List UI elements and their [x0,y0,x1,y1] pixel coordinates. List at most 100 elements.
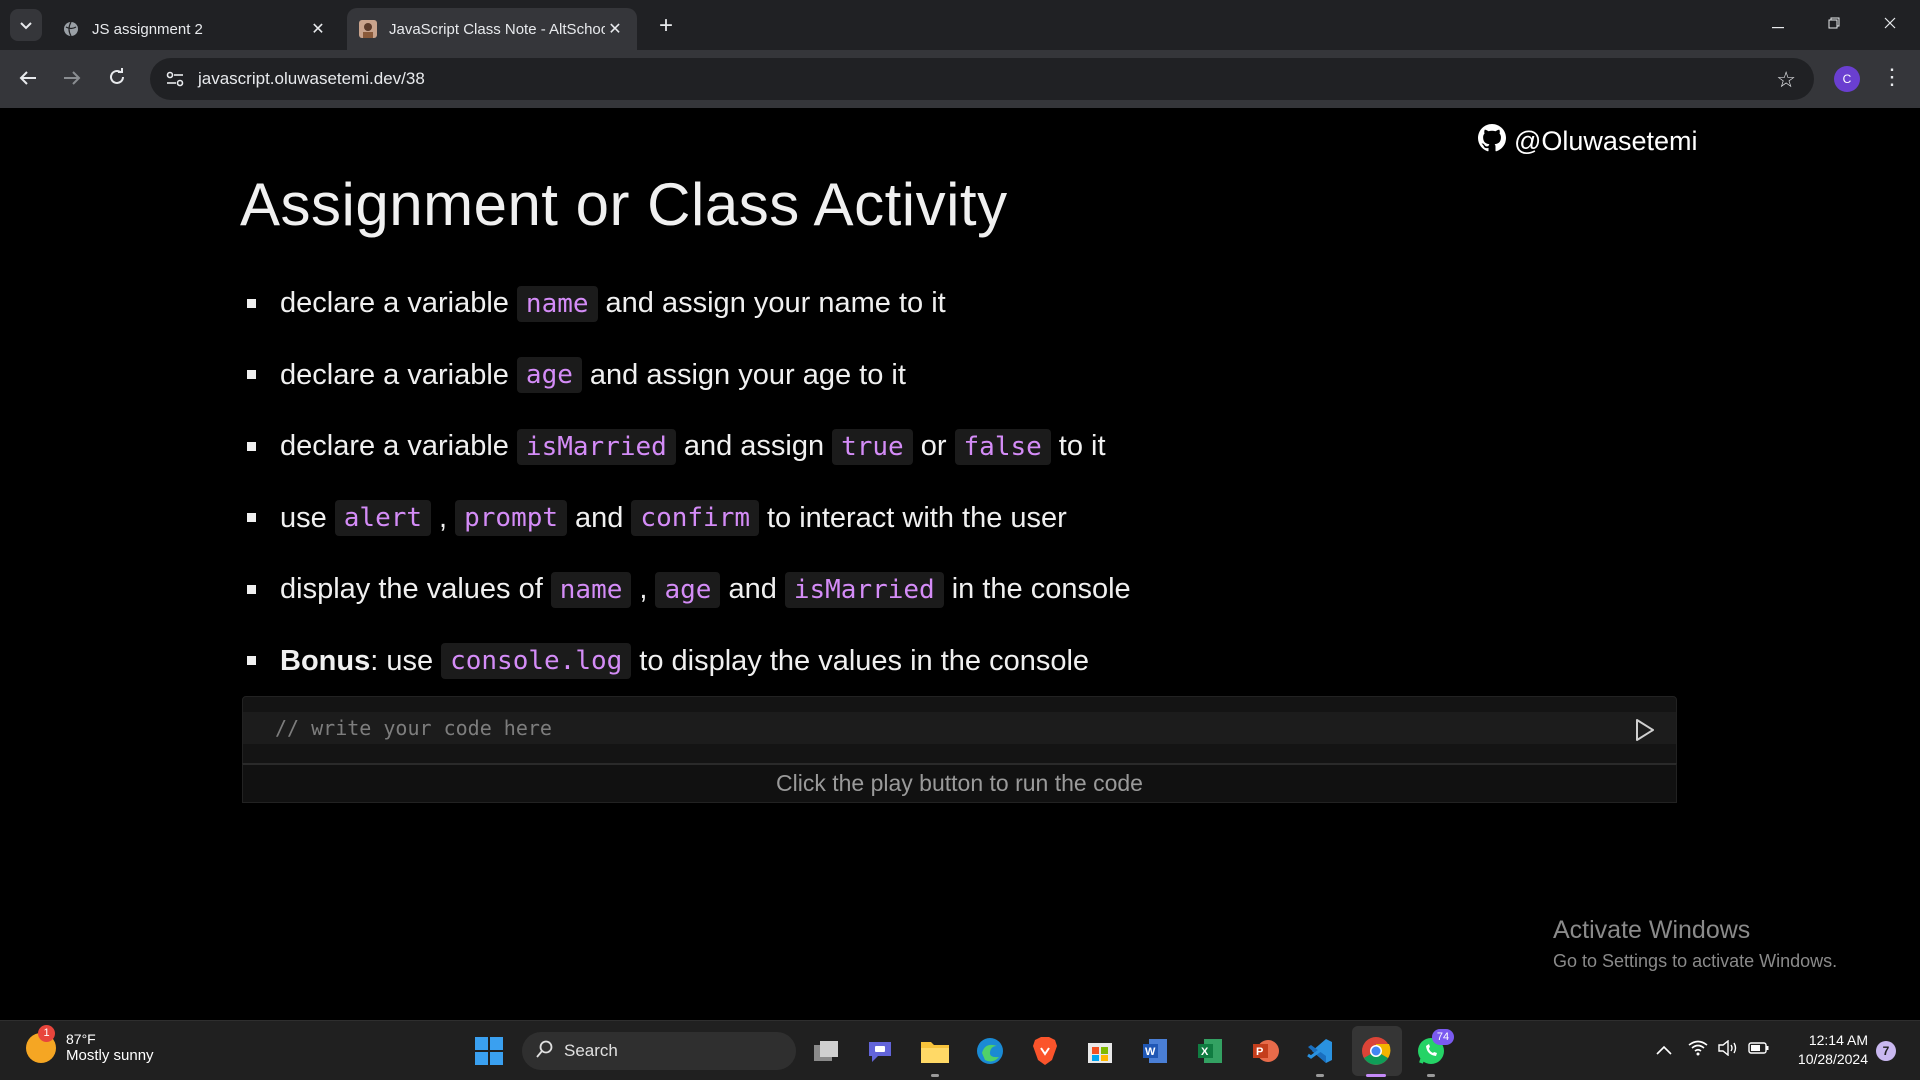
address-bar[interactable]: javascript.oluwasetemi.dev/38 ☆ [150,58,1814,100]
item-text: declare a variable [280,430,509,463]
github-link[interactable]: @Oluwasetemi [1478,124,1697,159]
run-result-hint: Click the play button to run the code [242,763,1677,803]
github-icon [1478,124,1514,159]
item-text: declare a variable [280,358,509,391]
word-icon[interactable]: W [1137,1033,1173,1069]
globe-icon [62,20,80,38]
inline-code: true [832,428,913,465]
browser-toolbar: javascript.oluwasetemi.dev/38 ☆ C ⋮ [0,50,1920,108]
reload-icon [108,66,126,92]
whatsapp-badge: 74 [1432,1029,1454,1045]
activate-windows-watermark: Activate Windows Go to Settings to activ… [1553,916,1837,972]
svg-text:W: W [1145,1046,1156,1058]
file-explorer-icon[interactable] [917,1033,953,1069]
editor-placeholder[interactable]: // write your code here [275,716,552,740]
minimize-button[interactable] [1758,12,1798,38]
inline-code: isMarried [516,428,676,465]
close-icon[interactable]: ✕ [308,19,328,39]
close-window-button[interactable] [1870,12,1910,38]
brave-browser-icon[interactable] [1027,1033,1063,1069]
plus-icon: + [658,12,673,39]
inline-code: name [550,571,632,608]
system-clock[interactable]: 12:14 AM 10/28/2024 [1782,1031,1868,1069]
inline-code: false [954,428,1051,465]
task-view-icon[interactable] [808,1033,844,1069]
notification-badge[interactable]: 7 [1876,1041,1896,1061]
reload-button[interactable] [101,63,133,95]
battery-icon[interactable] [1748,1040,1770,1060]
list-item: use alert , prompt and confirm to intera… [244,483,1131,555]
svg-text:P: P [1256,1046,1263,1058]
search-label: Search [564,1041,618,1060]
teams-chat-icon[interactable] [862,1033,898,1069]
microsoft-store-icon[interactable] [1082,1033,1118,1069]
powerpoint-icon[interactable]: P [1247,1033,1283,1069]
close-icon [1884,16,1896,34]
more-menu-icon[interactable]: ⋮ [1880,64,1904,90]
minimize-icon [1772,16,1784,34]
weather-temp: 87°F [66,1031,96,1047]
running-indicator [931,1074,939,1077]
search-icon [536,1040,554,1063]
item-text: in the console [951,573,1131,606]
arrow-left-icon [19,66,37,92]
sun-icon: 1 [26,1024,56,1063]
item-text: : use [370,644,434,677]
chrome-icon[interactable] [1358,1033,1394,1069]
edge-browser-icon[interactable] [972,1033,1008,1069]
new-tab-button[interactable]: + [652,12,680,40]
list-item: declare a variable age and assign your a… [244,340,1131,412]
tab-title: JS assignment 2 [92,20,203,38]
windows-start-icon[interactable] [471,1033,507,1069]
tab-javascript-class-note[interactable]: JavaScript Class Note - AltSchool ✕ [347,8,637,50]
tab-search-button[interactable] [10,9,42,41]
bonus-label: Bonus [280,644,371,677]
bookmark-star-icon[interactable]: ☆ [1776,67,1796,93]
item-text: , [639,573,648,606]
item-text: or [920,430,947,463]
excel-icon[interactable]: X [1192,1033,1228,1069]
restore-button[interactable] [1814,12,1854,38]
svg-text:X: X [1201,1046,1209,1058]
tab-strip: JS assignment 2 ✕ JavaScript Class Note … [0,0,1920,50]
taskbar-search[interactable]: Search [522,1032,796,1070]
close-icon[interactable]: ✕ [605,19,625,39]
tab-title: JavaScript Class Note - AltSchool [389,20,605,38]
clock-date: 10/28/2024 [1797,1051,1868,1067]
weather-widget[interactable]: 1 87°F Mostly sunny [26,1024,154,1064]
play-icon[interactable] [1631,717,1661,747]
vscode-icon[interactable] [1302,1033,1338,1069]
running-indicator [1316,1074,1324,1077]
chevron-down-icon [20,17,32,33]
item-text: and [575,501,624,534]
volume-icon[interactable] [1718,1039,1738,1061]
assignment-list: declare a variable name and assign your … [244,268,1131,697]
tab-js-assignment[interactable]: JS assignment 2 ✕ [50,8,340,50]
inline-code: name [516,285,598,322]
avatar-favicon-icon [359,20,377,38]
code-editor[interactable]: // write your code here [242,696,1677,764]
profile-avatar[interactable]: C [1834,66,1860,92]
site-settings-icon[interactable] [164,68,186,90]
page-title: Assignment or Class Activity [240,171,1008,238]
chevron-up-icon[interactable] [1656,1040,1672,1060]
item-text: and assign [683,430,825,463]
wifi-icon[interactable] [1688,1040,1708,1061]
item-text: to display the values in the console [639,644,1090,677]
item-text: use [280,501,327,534]
watermark-subtitle: Go to Settings to activate Windows. [1553,951,1838,971]
arrow-right-icon [63,66,81,92]
item-text: and [728,573,777,606]
item-text: display the values of [280,573,543,606]
weather-condition: Mostly sunny [66,1047,154,1064]
slide-page: @Oluwasetemi Assignment or Class Activit… [0,108,1920,1020]
back-button[interactable] [12,63,44,95]
restore-icon [1828,16,1840,34]
windows-taskbar: 1 87°F Mostly sunny Search W X P 74 12:1… [0,1020,1920,1080]
list-item: declare a variable name and assign your … [244,268,1131,340]
inline-code: age [655,571,721,608]
forward-button[interactable] [56,63,88,95]
inline-code: console.log [441,643,632,680]
url-text[interactable]: javascript.oluwasetemi.dev/38 [198,69,425,89]
inline-code: alert [334,500,432,537]
